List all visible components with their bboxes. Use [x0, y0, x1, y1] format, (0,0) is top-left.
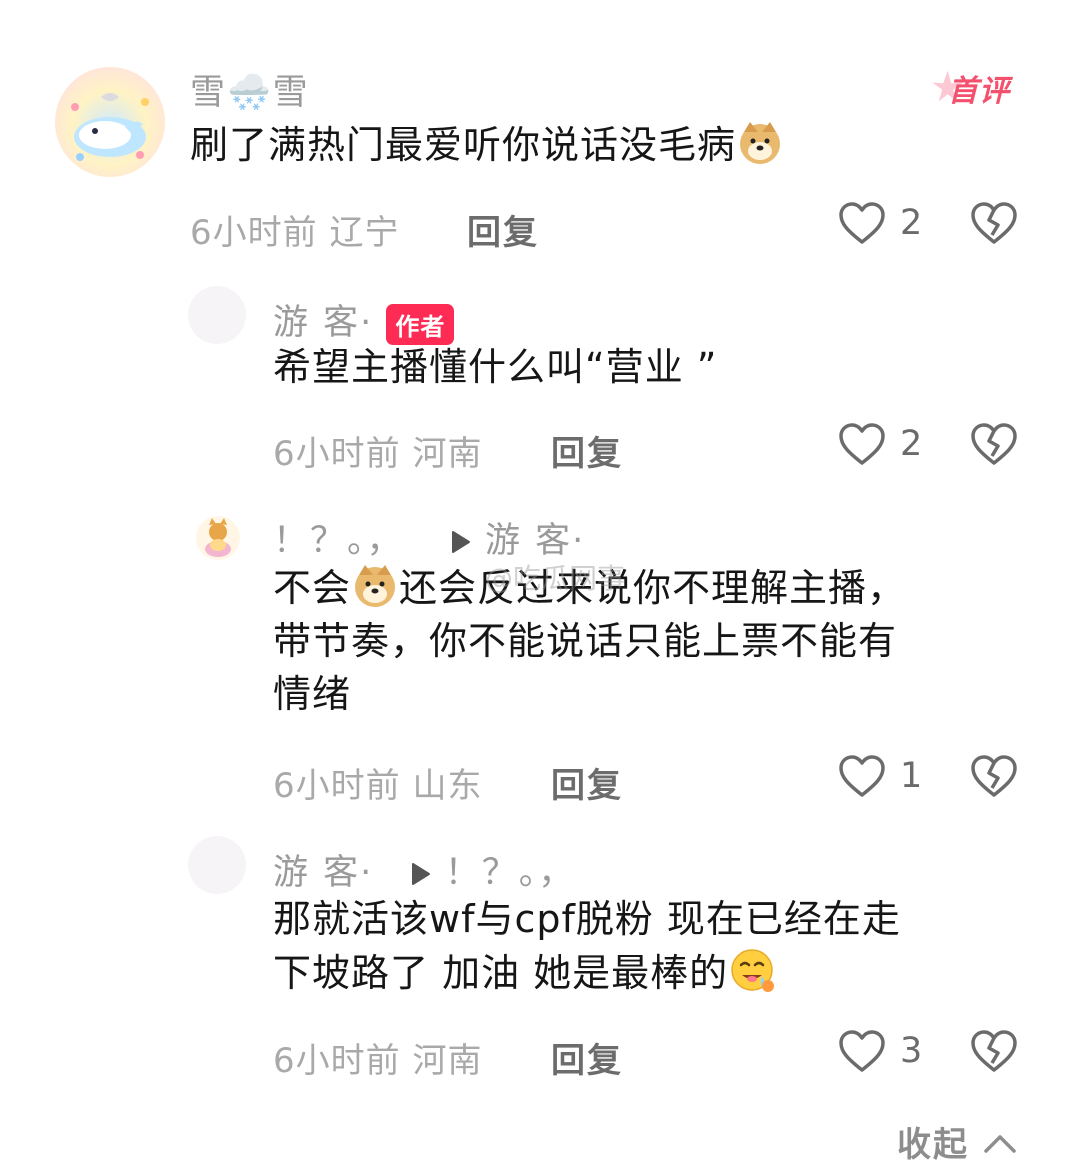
play-arrow-icon: [411, 863, 430, 885]
author-badge: 作者: [386, 303, 455, 345]
reply-target-username[interactable]: ！？。，: [445, 853, 576, 893]
comment-text: 不会 还会反过来说你不理解主播， 带节奏，你不能说话只能上票不能有 情绪: [273, 561, 1033, 721]
comment-username[interactable]: 游 客·: [273, 853, 373, 893]
heart-icon: [839, 423, 885, 465]
like-count: 2: [900, 424, 923, 464]
drooling-emoji: [728, 946, 776, 994]
comment-time: 6小时前: [273, 766, 401, 806]
comment-location: 山东: [412, 766, 483, 806]
comment-text-line: 下坡路了 加油 她是最棒的: [273, 951, 729, 995]
comment-location: 河南: [412, 1041, 483, 1081]
comment-text-line: 还会反过来说你不理解主播，: [399, 566, 907, 610]
collapse-label: 收起: [897, 1125, 969, 1165]
comment-location: 河南: [412, 434, 483, 474]
comment-text: 希望主播懂什么叫“营业 ”: [273, 345, 718, 389]
comment-time: 6小时前: [190, 213, 318, 253]
dislike-icon: [971, 202, 1017, 244]
dislike-button[interactable]: [970, 422, 1018, 470]
comment-meta: 6小时前 山东: [273, 758, 482, 807]
user-avatar[interactable]: [188, 286, 246, 344]
comment-username-row: ！？。， 游 客·: [273, 512, 585, 563]
reply-button[interactable]: 回复: [467, 205, 539, 254]
dislike-button[interactable]: [970, 1029, 1018, 1077]
heart-icon: [839, 755, 885, 797]
comment-username[interactable]: 游 客·: [273, 303, 373, 343]
user-avatar[interactable]: [55, 67, 165, 177]
watermark: @吃瓜网事: [485, 562, 626, 595]
comment-text-line: 那就活该wf与cpf脱粉 现在已经在走: [273, 897, 901, 941]
comment-text-line: 情绪: [273, 672, 352, 716]
chevron-up-icon: [984, 1135, 1016, 1153]
reply-button[interactable]: 回复: [551, 1033, 623, 1082]
doge-emoji: [351, 561, 399, 609]
reply-button[interactable]: 回复: [551, 758, 623, 807]
heart-icon: [839, 1030, 885, 1072]
comment-time: 6小时前: [273, 1041, 401, 1081]
dislike-button[interactable]: [970, 754, 1018, 802]
first-comment-badge: 首评: [930, 62, 1012, 110]
comment-username[interactable]: 雪🌨️雪: [190, 64, 310, 115]
comment-username[interactable]: ！？。，: [273, 521, 404, 561]
heart-icon: [839, 202, 885, 244]
comment-text: 那就活该wf与cpf脱粉 现在已经在走 下坡路了 加油 她是最棒的: [273, 893, 1033, 1000]
comment-time: 6小时前: [273, 434, 401, 474]
user-avatar[interactable]: [188, 836, 246, 894]
comment-text-body: 刷了满热门最爱听你说话没毛病: [190, 123, 737, 167]
reply-button[interactable]: 回复: [551, 426, 623, 475]
comment-location: 辽宁: [329, 213, 400, 253]
like-count: 3: [900, 1031, 923, 1071]
like-button[interactable]: 2: [838, 201, 922, 245]
comment-meta: 6小时前 辽宁: [190, 205, 399, 254]
comment-meta: 6小时前 河南: [273, 1033, 482, 1082]
like-button[interactable]: 2: [838, 422, 922, 466]
reply-target-username[interactable]: 游 客·: [485, 521, 585, 561]
like-button[interactable]: 3: [838, 1029, 922, 1073]
doge-emoji: [736, 118, 784, 166]
comment-meta: 6小时前 河南: [273, 426, 482, 475]
user-avatar[interactable]: [196, 516, 240, 560]
comment-text-line: 不会: [273, 566, 352, 610]
like-count: 2: [900, 203, 923, 243]
like-count: 1: [900, 756, 923, 796]
comment-text-line: 带节奏，你不能说话只能上票不能有: [273, 619, 898, 663]
dislike-icon: [971, 755, 1017, 797]
comment-text: 刷了满热门最爱听你说话没毛病: [190, 118, 784, 172]
dislike-icon: [971, 423, 1017, 465]
comment-username-row: 游 客· 作者: [273, 294, 455, 345]
first-comment-badge-label: 首评: [948, 74, 1010, 109]
dislike-button[interactable]: [970, 201, 1018, 249]
collapse-replies-button[interactable]: 收起: [897, 1117, 1017, 1166]
like-button[interactable]: 1: [838, 754, 922, 798]
comment-username-row: 游 客· ！？。，: [273, 844, 575, 895]
dislike-icon: [971, 1030, 1017, 1072]
play-arrow-icon: [451, 531, 470, 553]
